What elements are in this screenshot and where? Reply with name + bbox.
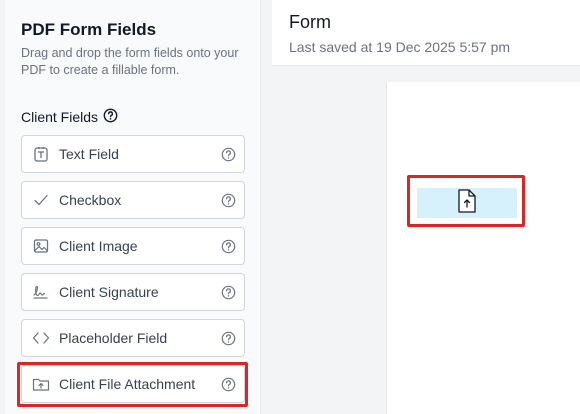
field-item-label: Text Field <box>59 146 119 162</box>
help-icon[interactable] <box>220 192 236 208</box>
text-field-icon <box>32 145 50 163</box>
form-title: Form <box>289 12 331 32</box>
help-icon[interactable] <box>220 146 236 162</box>
field-item-client-image[interactable]: Client Image <box>21 227 245 265</box>
help-icon[interactable] <box>103 108 118 126</box>
field-item-label: Checkbox <box>59 192 122 208</box>
checkmark-icon <box>32 191 50 209</box>
help-icon[interactable] <box>220 284 236 300</box>
field-item-client-file-attachment[interactable]: Client File Attachment <box>21 365 245 403</box>
sidebar-description: Drag and drop the form fields onto your … <box>21 46 239 77</box>
client-fields-header: Client Fields <box>21 108 118 126</box>
section-label: Client Fields <box>21 109 99 125</box>
folder-upload-icon <box>32 375 50 393</box>
help-icon[interactable] <box>220 238 236 254</box>
client-field-list: Text Field Checkbox Client Image Client … <box>21 135 245 411</box>
image-icon <box>32 237 50 255</box>
field-item-checkbox[interactable]: Checkbox <box>21 181 245 219</box>
help-icon[interactable] <box>220 376 236 392</box>
field-item-label: Placeholder Field <box>59 330 168 346</box>
code-brackets-icon <box>32 329 50 347</box>
field-item-text-field[interactable]: Text Field <box>21 135 245 173</box>
help-icon[interactable] <box>220 330 236 346</box>
last-saved-text: Last saved at 19 Dec 2025 5:57 pm <box>289 39 511 55</box>
form-header: Form Last saved at 19 Dec 2025 5:57 pm <box>272 0 580 66</box>
signature-icon <box>32 283 50 301</box>
field-item-label: Client Image <box>59 238 138 254</box>
pdf-canvas-area <box>272 66 580 414</box>
sidebar-title: PDF Form Fields <box>21 20 157 39</box>
placed-file-attachment-field[interactable] <box>417 188 517 218</box>
form-fields-sidebar: PDF Form Fields Drag and drop the form f… <box>5 0 261 414</box>
field-item-label: Client Signature <box>59 284 159 300</box>
field-item-label: Client File Attachment <box>59 376 196 392</box>
pdf-page[interactable] <box>386 82 580 414</box>
field-item-client-signature[interactable]: Client Signature <box>21 273 245 311</box>
file-upload-icon <box>456 188 478 219</box>
field-item-placeholder-field[interactable]: Placeholder Field <box>21 319 245 357</box>
